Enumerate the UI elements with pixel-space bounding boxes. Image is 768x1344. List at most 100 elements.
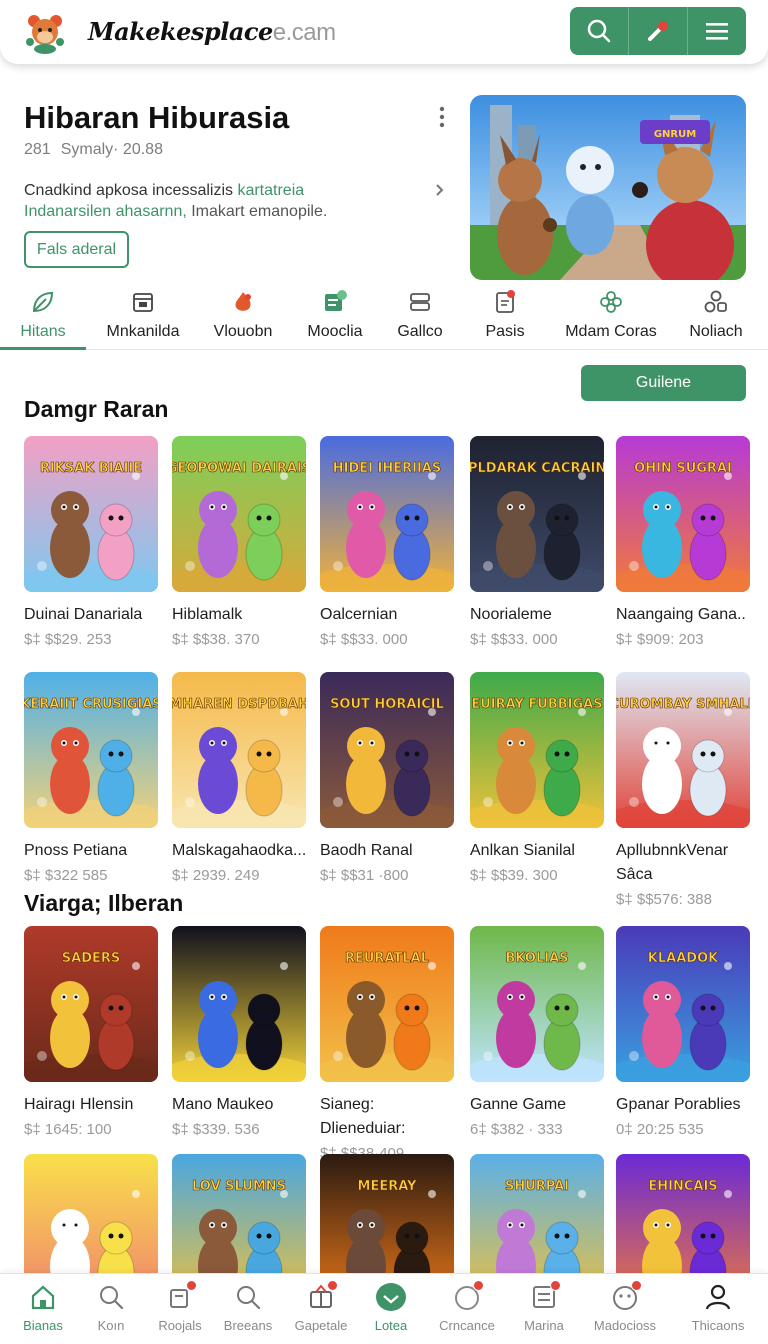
game-name[interactable]: Baodh Ranal <box>320 839 454 863</box>
chevron-right-icon[interactable] <box>434 182 446 198</box>
bottom-nav-item[interactable]: Bianas <box>5 1274 81 1344</box>
game-thumbnail[interactable]: REURATLAL <box>320 926 454 1082</box>
calendar-icon <box>130 289 156 315</box>
game-card[interactable]: SADERS Hairagı Hlensin $‡ 1645: 100 <box>24 926 158 1138</box>
game-name[interactable]: Naangaing Gana.. <box>616 603 750 627</box>
game-name[interactable]: Noorialeme <box>470 603 604 627</box>
category-tab-5[interactable]: Pasis <box>460 284 550 350</box>
game-card[interactable]: GEOPOWAI DAIRAIS Hiblamalk $‡ $$38. 370 <box>172 436 306 648</box>
hero-desc-link1[interactable]: kartatreia <box>237 182 304 199</box>
category-tab-6[interactable]: Mdam Coras <box>565 284 657 350</box>
notification-badge <box>327 1280 338 1291</box>
game-thumbnail[interactable]: KERAIIT CRUSIGIAS <box>24 672 158 828</box>
game-thumbnail[interactable]: KLAADOK <box>616 926 750 1082</box>
bottom-nav-item[interactable]: Koın <box>73 1274 149 1344</box>
game-name[interactable]: Hiblamalk <box>172 603 306 627</box>
thumbnail-title: GEOPOWAI DAIRAIS <box>172 461 306 476</box>
game-thumbnail[interactable]: CUROMBAY SMHALE <box>616 672 750 828</box>
category-tab-label: Gallco <box>397 323 443 340</box>
game-name[interactable]: Mano Maukeo <box>172 1093 306 1117</box>
game-card[interactable]: RIKSAK BIAIIE Duinai Danariala $‡ $$29. 25… <box>24 436 158 648</box>
game-thumbnail[interactable]: GEOPOWAI DAIRAIS <box>172 436 306 592</box>
game-name[interactable]: Pnoss Petiana <box>24 839 158 863</box>
game-name[interactable]: Ganne Game <box>470 1093 604 1117</box>
game-name[interactable]: Anlkan Sianilal <box>470 839 604 863</box>
game-card[interactable]: KERAIIT CRUSIGIAS Pnoss Petiana $‡ $322 58… <box>24 672 158 884</box>
hero-desc-link2[interactable]: Imakart emanopile. <box>191 203 327 220</box>
game-card[interactable]: BKOLIAS Ganne Game 6‡ $382 · 333 <box>470 926 604 1138</box>
site-name[interactable]: Makekesplacee.cam <box>88 16 336 47</box>
game-card[interactable]: Mano Maukeo $‡ $339. 536 <box>172 926 306 1138</box>
game-price: 6‡ $382 · 333 <box>470 1121 563 1138</box>
category-tab-1[interactable]: Mnkanilda <box>98 284 188 350</box>
bottom-nav-label: Breeans <box>223 1318 273 1333</box>
card-icon <box>407 289 433 315</box>
hero-button[interactable]: Fals aderal <box>24 231 129 268</box>
game-thumbnail[interactable]: MHAREN DSPDBAH <box>172 672 306 828</box>
circle-icon <box>452 1280 484 1312</box>
game-name[interactable]: Oalcernian <box>320 603 454 627</box>
logo-mascot-icon[interactable] <box>24 12 66 54</box>
game-name[interactable]: Hairagı Hlensin <box>24 1093 158 1117</box>
game-thumbnail[interactable]: OHIN SUGRAI <box>616 436 750 592</box>
thumbnail-title: EUIRAY FUBBIGAS <box>471 697 602 712</box>
thumbnail-title: MEERAY <box>358 1179 418 1194</box>
leaf-icon <box>30 289 56 315</box>
menu-button[interactable] <box>688 7 746 55</box>
game-name[interactable]: Duinai Danariala <box>24 603 158 627</box>
bottom-nav-item[interactable]: Marina <box>506 1274 582 1344</box>
game-thumbnail[interactable]: RIKSAK BIAIIE <box>24 436 158 592</box>
game-thumbnail[interactable]: SOUT HORAICIL <box>320 672 454 828</box>
notification-badge <box>550 1280 561 1291</box>
game-name[interactable]: Sianeg: Dlieneduiar: <box>320 1093 454 1141</box>
category-tab-7[interactable]: Noliach <box>671 284 761 350</box>
hero-banner-image[interactable]: GNRUM <box>470 95 746 280</box>
notification-badge <box>186 1280 197 1291</box>
site-name-main: Makekesplace <box>88 17 273 46</box>
bottom-nav-item[interactable]: Madocioss <box>587 1274 663 1344</box>
bottom-nav-item[interactable]: Breeans <box>210 1274 286 1344</box>
category-tab-0[interactable]: Hitans <box>0 284 88 350</box>
bottom-nav-item[interactable]: Thicaons <box>680 1274 756 1344</box>
game-card[interactable]: CUROMBAY SMHALE ApllubnnkVenar Sâca $‡ $$5… <box>616 672 750 908</box>
game-name[interactable]: Malskagahaodka... <box>172 839 306 863</box>
thumbnail-title: BKOLIAS <box>506 951 569 966</box>
bottom-nav-item[interactable]: Roojals <box>142 1274 218 1344</box>
search-button[interactable] <box>570 7 629 55</box>
game-card[interactable]: OHIN SUGRAI Naangaing Gana.. $‡ $909: 203 <box>616 436 750 648</box>
section-button[interactable]: Guilene <box>581 365 746 401</box>
game-card[interactable]: EUIRAY FUBBIGAS Anlkan Sianilal $‡ $$39. 3… <box>470 672 604 884</box>
category-tab-2[interactable]: Vlouobn <box>198 284 288 350</box>
game-card[interactable]: SOUT HORAICIL Baodh Ranal $‡ $$31 ·800 <box>320 672 454 884</box>
game-thumbnail[interactable]: BKOLIAS <box>470 926 604 1082</box>
game-card[interactable]: MHAREN DSPDBAH Malskagahaodka... $‡ 2939. … <box>172 672 306 884</box>
joystick-button[interactable] <box>629 7 688 55</box>
game-thumbnail[interactable]: HIDEI IHERIIAS <box>320 436 454 592</box>
game-thumbnail[interactable]: SADERS <box>24 926 158 1082</box>
game-card[interactable]: REURATLAL Sianeg: Dlieneduiar: $‡ $$38·409 <box>320 926 454 1162</box>
game-thumbnail[interactable]: HPLDARAK CACRAING <box>470 436 604 592</box>
game-card[interactable]: KLAADOK Gpanar Porablies 0‡ 20:25 535 <box>616 926 750 1138</box>
bottom-nav-item[interactable]: Crncance <box>429 1274 505 1344</box>
game-card[interactable]: HPLDARAK CACRAING Noorialeme $‡ $$33. 000 <box>470 436 604 648</box>
game-name[interactable]: ApllubnnkVenar Sâca <box>616 839 750 887</box>
top-actions <box>570 7 746 55</box>
game-price: $‡ $$29. 253 <box>24 631 112 648</box>
game-thumbnail[interactable]: EUIRAY FUBBIGAS <box>470 672 604 828</box>
thumbnail-title: OHIN SUGRAI <box>634 461 732 476</box>
flower-icon <box>598 289 624 315</box>
game-card[interactable]: HIDEI IHERIIAS Oalcernian $‡ $$33. 000 <box>320 436 454 648</box>
bottom-nav-item[interactable]: Lotea <box>353 1274 429 1344</box>
bottom-nav-item[interactable]: Gapetale <box>283 1274 359 1344</box>
game-name[interactable]: Gpanar Porablies <box>616 1093 750 1117</box>
category-tab-label: Mnkanilda <box>106 323 180 340</box>
active-tab-underline <box>0 347 86 350</box>
more-options-icon[interactable] <box>432 104 452 130</box>
category-tab-3[interactable]: Mooclia <box>290 284 380 350</box>
game-thumbnail[interactable] <box>172 926 306 1082</box>
bottom-nav-label: Marina <box>524 1318 564 1333</box>
thumbnail-title: REURATLAL <box>345 951 429 966</box>
game-price: $‡ $$33. 000 <box>470 631 558 648</box>
section-title-1: Damgr Raran <box>24 396 169 422</box>
category-tab-4[interactable]: Gallco <box>375 284 465 350</box>
